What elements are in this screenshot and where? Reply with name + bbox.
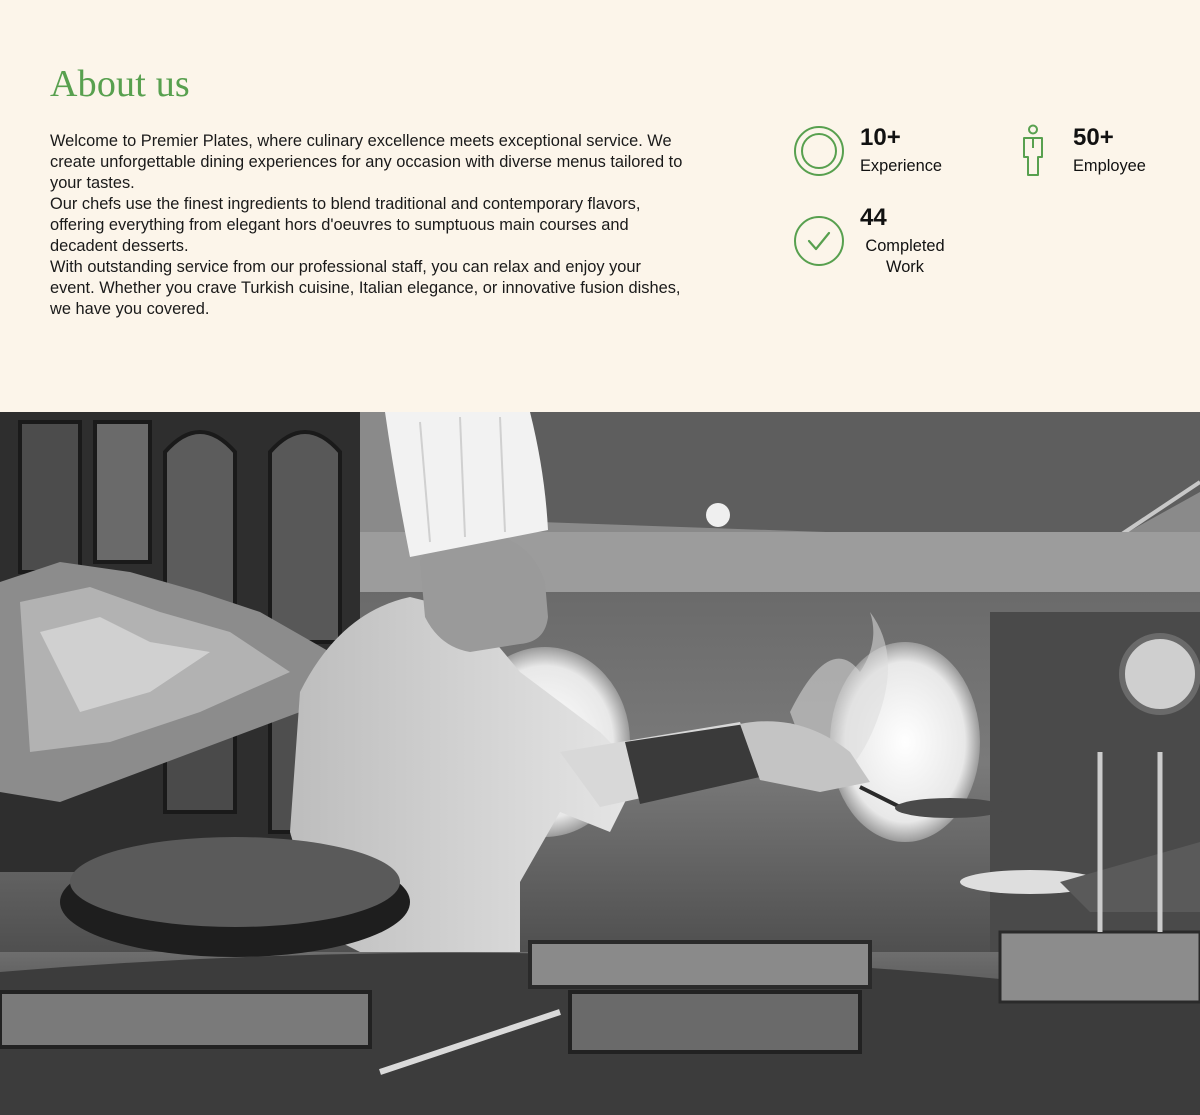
stat-label: Experience — [860, 157, 943, 175]
stat-value: 10+ — [860, 124, 901, 151]
hero-image — [0, 412, 1200, 1115]
target-rings-icon — [794, 126, 844, 176]
stat-completed-work: 44 Completed Work — [794, 204, 974, 284]
stat-label: Employee — [1073, 157, 1146, 175]
check-circle-icon — [794, 216, 844, 266]
stat-value: 44 — [860, 204, 887, 231]
about-paragraph: Welcome to Premier Plates, where culinar… — [50, 132, 683, 192]
about-paragraph: Our chefs use the finest ingredients to … — [50, 195, 641, 255]
stat-employee: 50+ Employee — [1018, 124, 1178, 184]
person-icon — [1023, 124, 1043, 176]
about-paragraph: With outstanding service from our profes… — [50, 258, 681, 318]
stat-label: Completed Work — [865, 237, 945, 276]
about-section: About us Welcome to Premier Plates, wher… — [0, 0, 1200, 412]
about-description: Welcome to Premier Plates, where culinar… — [50, 131, 690, 320]
about-title: About us — [50, 63, 190, 105]
stat-experience: 10+ Experience — [794, 124, 974, 184]
stat-value: 50+ — [1073, 124, 1114, 151]
chef-cooking-photo — [0, 412, 1200, 1115]
